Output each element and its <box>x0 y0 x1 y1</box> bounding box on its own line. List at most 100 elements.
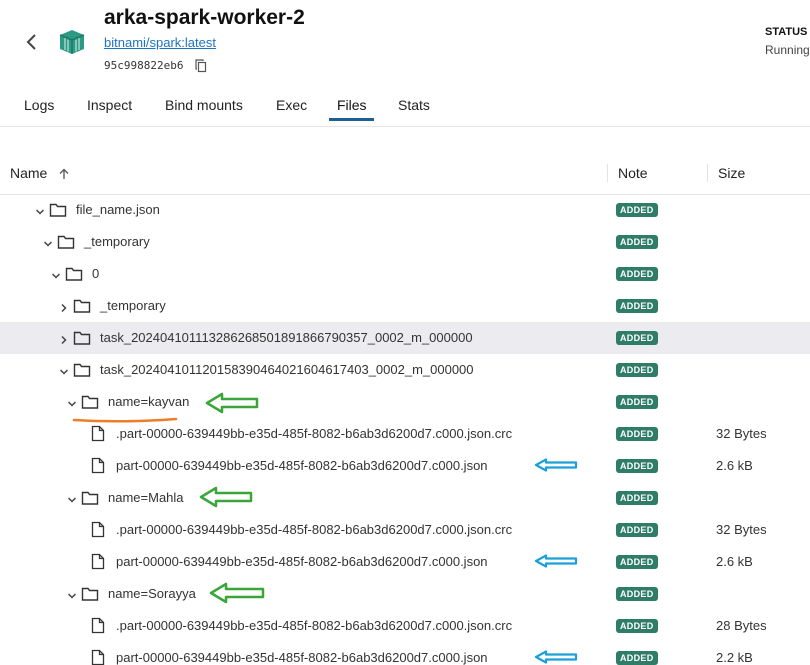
status-value: Running <box>765 43 810 57</box>
status-badge: ADDED <box>616 427 658 441</box>
orange-underline-annotation <box>72 417 178 423</box>
file-label[interactable]: part-00000-639449bb-e35d-485f-8082-b6ab3… <box>116 458 488 473</box>
chevron-down-icon[interactable] <box>43 236 53 247</box>
status-badge: ADDED <box>616 619 658 633</box>
folder-icon <box>65 266 83 282</box>
tree-row[interactable]: file_name.json ADDED <box>0 194 810 226</box>
file-size: 2.6 kB <box>716 458 753 473</box>
file-size: 32 Bytes <box>716 522 767 537</box>
folder-label[interactable]: _temporary <box>84 234 150 249</box>
tab-stats[interactable]: Stats <box>398 97 430 113</box>
green-arrow-annotation <box>205 392 259 414</box>
folder-label[interactable]: task_202404101113286268501891866790357_0… <box>100 330 473 345</box>
tree-row[interactable]: _temporary ADDED <box>0 290 810 322</box>
file-label[interactable]: part-00000-639449bb-e35d-485f-8082-b6ab3… <box>116 554 488 569</box>
status-badge: ADDED <box>616 587 658 601</box>
blue-arrow-annotation <box>534 650 578 664</box>
chevron-down-icon[interactable] <box>67 396 77 407</box>
folder-icon <box>81 394 99 410</box>
chevron-right-icon[interactable] <box>59 332 69 345</box>
tree-row[interactable]: task_202404101120158390464021604617403_0… <box>0 354 810 386</box>
tree-row[interactable]: part-00000-639449bb-e35d-485f-8082-b6ab3… <box>0 642 810 665</box>
copy-icon[interactable] <box>195 59 207 73</box>
back-chevron-icon[interactable] <box>22 30 42 54</box>
folder-label[interactable]: name=Sorayya <box>108 586 196 601</box>
folder-label[interactable]: file_name.json <box>76 202 160 217</box>
status-badge: ADDED <box>616 331 658 345</box>
file-icon <box>91 521 105 538</box>
status-badge: ADDED <box>616 651 658 665</box>
tree-row[interactable]: name=kayvan ADDED <box>0 386 810 418</box>
file-icon <box>91 425 105 442</box>
tab-bind-mounts[interactable]: Bind mounts <box>165 97 243 113</box>
tab-exec[interactable]: Exec <box>276 97 307 113</box>
status-badge: ADDED <box>616 203 658 217</box>
folder-label[interactable]: _temporary <box>100 298 166 313</box>
tab-bar: Logs Inspect Bind mounts Exec Files Stat… <box>0 86 810 127</box>
folder-label[interactable]: name=Mahla <box>108 490 184 505</box>
green-arrow-annotation <box>199 486 253 508</box>
chevron-right-icon[interactable] <box>59 300 69 313</box>
file-tree: file_name.json ADDED _temporary ADDED 0 … <box>0 194 810 665</box>
folder-icon <box>73 362 91 378</box>
chevron-down-icon[interactable] <box>67 588 77 599</box>
column-size[interactable]: Size <box>718 165 745 181</box>
column-name[interactable]: Name <box>10 165 47 181</box>
file-label[interactable]: part-00000-639449bb-e35d-485f-8082-b6ab3… <box>116 650 488 665</box>
image-link[interactable]: bitnami/spark:latest <box>104 35 216 50</box>
file-icon <box>91 617 105 634</box>
chevron-down-icon[interactable] <box>67 492 77 503</box>
sort-arrow-up-icon[interactable] <box>58 167 70 179</box>
folder-icon <box>57 234 75 250</box>
tree-row[interactable]: part-00000-639449bb-e35d-485f-8082-b6ab3… <box>0 450 810 482</box>
chevron-down-icon[interactable] <box>35 204 45 215</box>
folder-icon <box>81 586 99 602</box>
blue-arrow-annotation <box>534 554 578 568</box>
file-icon <box>91 553 105 570</box>
tab-inspect[interactable]: Inspect <box>87 97 132 113</box>
status-badge: ADDED <box>616 395 658 409</box>
container-icon <box>57 28 87 56</box>
container-id: 95c998822eb6 <box>104 59 184 72</box>
status-badge: ADDED <box>616 459 658 473</box>
file-label[interactable]: .part-00000-639449bb-e35d-485f-8082-b6ab… <box>116 618 512 633</box>
tree-row[interactable]: 0 ADDED <box>0 258 810 290</box>
status-badge: ADDED <box>616 267 658 281</box>
status-badge: ADDED <box>616 523 658 537</box>
folder-icon <box>49 202 67 218</box>
green-arrow-annotation <box>209 582 265 604</box>
tree-row[interactable]: .part-00000-639449bb-e35d-485f-8082-b6ab… <box>0 514 810 546</box>
folder-label[interactable]: name=kayvan <box>108 394 189 409</box>
folder-label[interactable]: task_202404101120158390464021604617403_0… <box>100 362 474 377</box>
tab-logs[interactable]: Logs <box>24 97 54 113</box>
container-name: arka-spark-worker-2 <box>104 6 305 29</box>
column-divider <box>607 164 608 182</box>
chevron-down-icon[interactable] <box>59 364 69 375</box>
blue-arrow-annotation <box>534 458 578 472</box>
status-badge: ADDED <box>616 555 658 569</box>
file-size: 32 Bytes <box>716 426 767 441</box>
status-label: STATUS <box>765 26 808 38</box>
chevron-down-icon[interactable] <box>51 268 61 279</box>
tree-row[interactable]: name=Mahla ADDED <box>0 482 810 514</box>
tab-files[interactable]: Files <box>337 97 367 113</box>
status-badge: ADDED <box>616 299 658 313</box>
column-header: Name Note Size <box>0 152 810 195</box>
tree-row[interactable]: part-00000-639449bb-e35d-485f-8082-b6ab3… <box>0 546 810 578</box>
status-badge: ADDED <box>616 235 658 249</box>
tree-row[interactable]: .part-00000-639449bb-e35d-485f-8082-b6ab… <box>0 610 810 642</box>
folder-icon <box>73 298 91 314</box>
file-label[interactable]: .part-00000-639449bb-e35d-485f-8082-b6ab… <box>116 522 512 537</box>
file-size: 2.6 kB <box>716 554 753 569</box>
tree-row[interactable]: _temporary ADDED <box>0 226 810 258</box>
folder-label[interactable]: 0 <box>92 266 99 281</box>
column-divider <box>707 164 708 182</box>
tree-row[interactable]: task_202404101113286268501891866790357_0… <box>0 322 810 354</box>
status-badge: ADDED <box>616 491 658 505</box>
file-label[interactable]: .part-00000-639449bb-e35d-485f-8082-b6ab… <box>116 426 512 441</box>
column-note[interactable]: Note <box>618 165 648 181</box>
file-size: 28 Bytes <box>716 618 767 633</box>
file-icon <box>91 649 105 665</box>
folder-icon <box>73 330 91 346</box>
tree-row[interactable]: name=Sorayya ADDED <box>0 578 810 610</box>
